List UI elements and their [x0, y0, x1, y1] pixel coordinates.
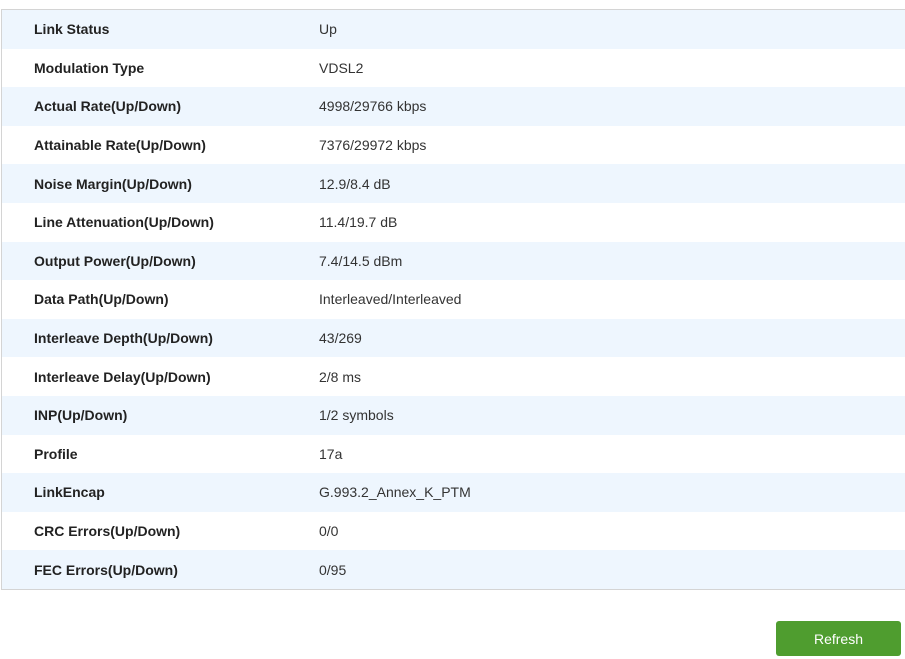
table-row: Attainable Rate(Up/Down) 7376/29972 kbps	[2, 125, 905, 165]
row-value: 7.4/14.5 dBm	[319, 252, 403, 269]
row-label: FEC Errors(Up/Down)	[34, 561, 178, 578]
table-row: Actual Rate(Up/Down) 4998/29766 kbps	[2, 87, 905, 126]
refresh-button[interactable]: Refresh	[776, 621, 901, 656]
row-label: Interleave Delay(Up/Down)	[34, 368, 211, 385]
dsl-status-table: Link Status Up Modulation Type VDSL2 Actual …	[1, 9, 905, 590]
table-row: Interleave Delay(Up/Down) 2/8 ms	[2, 357, 905, 396]
row-value: G.993.2_Annex_K_PTM	[319, 484, 471, 501]
row-label: Actual Rate(Up/Down)	[34, 98, 181, 115]
table-row: Modulation Type VDSL2	[2, 48, 905, 88]
row-value: 11.4/19.7 dB	[319, 214, 398, 231]
table-row: LinkEncap G.993.2_Annex_K_PTM	[2, 473, 905, 512]
row-label: Output Power(Up/Down)	[34, 252, 196, 269]
row-value: 7376/29972 kbps	[319, 137, 427, 154]
row-value: 0/0	[319, 523, 339, 540]
row-value: Interleaved/Interleaved	[319, 291, 462, 308]
table-row: FEC Errors(Up/Down) 0/95	[2, 550, 905, 589]
row-value: 0/95	[319, 561, 347, 578]
table-row: Line Attenuation(Up/Down) 11.4/19.7 dB	[2, 202, 905, 242]
row-label: LinkEncap	[34, 484, 105, 501]
table-row: Data Path(Up/Down) Interleaved/Interleave…	[2, 280, 905, 319]
table-row: Profile 17a	[2, 434, 905, 474]
row-label: Modulation Type	[34, 59, 145, 76]
row-label: INP(Up/Down)	[34, 407, 128, 424]
row-value: 4998/29766 kbps	[319, 98, 427, 115]
row-value: Up	[319, 21, 337, 38]
row-label: Data Path(Up/Down)	[34, 291, 169, 308]
row-label: Profile	[34, 445, 78, 462]
table-row: Interleave Depth(Up/Down) 43/269	[2, 318, 905, 358]
row-value: 1/2 symbols	[319, 407, 394, 424]
table-row: Link Status Up	[2, 10, 905, 49]
row-value: 2/8 ms	[319, 368, 362, 385]
row-value: 12.9/8.4 dB	[319, 175, 391, 192]
row-label: Noise Margin(Up/Down)	[34, 175, 192, 192]
row-label: Interleave Depth(Up/Down)	[34, 330, 213, 347]
table-row: INP(Up/Down) 1/2 symbols	[2, 395, 905, 435]
row-label: Attainable Rate(Up/Down)	[34, 137, 206, 154]
row-label: CRC Errors(Up/Down)	[34, 523, 181, 540]
table-row: Output Power(Up/Down) 7.4/14.5 dBm	[2, 241, 905, 281]
row-value: VDSL2	[319, 59, 364, 76]
table-row: Noise Margin(Up/Down) 12.9/8.4 dB	[2, 164, 905, 203]
row-value: 43/269	[319, 330, 362, 347]
row-value: 17a	[319, 445, 343, 462]
table-row: CRC Errors(Up/Down) 0/0	[2, 511, 905, 551]
row-label: Link Status	[34, 21, 110, 38]
row-label: Line Attenuation(Up/Down)	[34, 214, 214, 231]
